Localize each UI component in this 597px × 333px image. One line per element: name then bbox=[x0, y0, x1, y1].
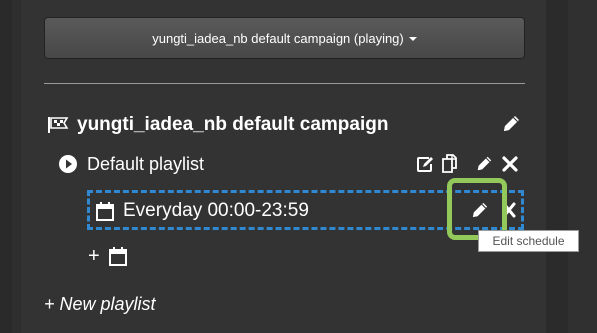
delete-playlist-close-icon[interactable] bbox=[502, 156, 518, 172]
add-schedule-button[interactable]: + bbox=[88, 243, 128, 269]
schedule-title: Everyday 00:00-23:59 bbox=[123, 200, 309, 221]
campaign-row: yungti_iadea_nb default campaign bbox=[47, 112, 388, 138]
add-plus-label: + bbox=[88, 244, 100, 267]
playlist-row[interactable]: Default playlist bbox=[58, 151, 204, 177]
play-circle-icon bbox=[58, 154, 78, 174]
schedule-row[interactable]: Everyday 00:00-23:59 bbox=[95, 198, 309, 224]
edit-schedule-tooltip: Edit schedule bbox=[478, 230, 579, 252]
right-column bbox=[568, 0, 597, 333]
calendar-icon bbox=[108, 246, 128, 267]
edit-playlist-pencil-icon[interactable] bbox=[475, 155, 493, 173]
campaign-title: yungti_iadea_nb default campaign bbox=[77, 114, 389, 135]
campaign-editor: yungti_iadea_nb default campaign (playin… bbox=[0, 0, 597, 333]
edit-campaign-pencil-icon[interactable] bbox=[501, 114, 521, 134]
campaign-selector-button[interactable]: yungti_iadea_nb default campaign (playin… bbox=[44, 17, 525, 59]
copy-icon[interactable] bbox=[439, 153, 459, 174]
new-playlist-link[interactable]: + New playlist bbox=[44, 294, 156, 315]
calendar-icon bbox=[95, 201, 115, 222]
caret-down-icon bbox=[408, 36, 417, 41]
edit-square-icon[interactable] bbox=[416, 155, 435, 173]
campaign-selector-label: yungti_iadea_nb default campaign (playin… bbox=[152, 30, 404, 46]
left-edge bbox=[0, 0, 12, 333]
flag-icon bbox=[47, 116, 69, 134]
divider bbox=[44, 83, 525, 84]
playlist-title: Default playlist bbox=[87, 153, 205, 174]
panel-divider-strip bbox=[546, 0, 568, 333]
